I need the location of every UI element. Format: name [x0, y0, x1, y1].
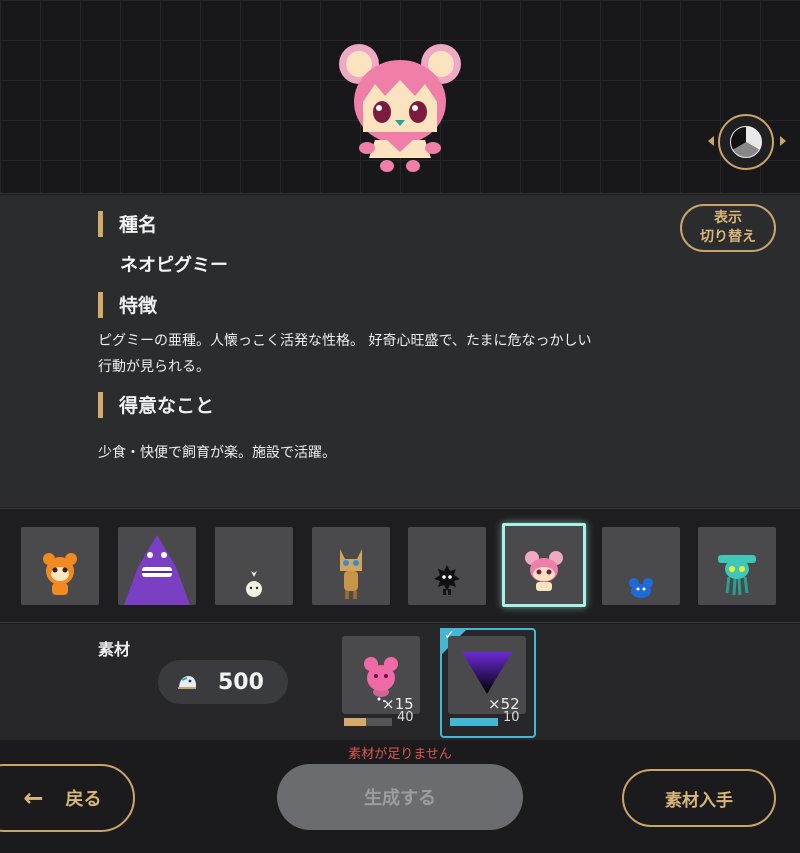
insufficient-materials-warning: 素材が足りません — [348, 747, 452, 762]
neo-pygmy-character — [339, 44, 461, 172]
material-1-progress — [344, 718, 392, 726]
pie-view-icon[interactable] — [718, 114, 774, 170]
traits-line-2: 行動が見られる。 — [98, 359, 210, 375]
blue-small-creature-icon — [629, 578, 653, 598]
arrow-right-icon[interactable] — [780, 136, 786, 146]
info-panel: 種名 ネオピグミー 特徴 ピグミーの亜種。人懐っこく活発な性格。 好奇心旺盛で、… — [0, 195, 800, 507]
black-spiky-creature-icon — [434, 565, 460, 595]
tan-cat-creature-icon — [340, 549, 362, 599]
teal-alien-creature-icon — [718, 555, 756, 596]
currency-value: 500 — [218, 669, 264, 695]
character-preview-area — [0, 0, 800, 194]
material-1-required: 40 — [397, 710, 414, 725]
creature-thumb-3[interactable] — [215, 527, 293, 605]
purple-monster-icon — [124, 535, 190, 605]
display-switch-button[interactable]: 表示 切り替え — [680, 204, 776, 252]
material-2-progress — [450, 718, 498, 726]
traits-description: ピグミーの亜種。人懐っこく活発な性格。 好奇心旺盛で、たまに危なっかしい 行動が… — [98, 328, 708, 380]
switch-label-2: 切り替え — [700, 229, 756, 245]
create-label: 生成する — [364, 788, 436, 809]
traits-heading: 特徴 — [98, 291, 157, 318]
creature-thumb-1[interactable] — [21, 527, 99, 605]
currency-display: 500 — [158, 660, 288, 704]
back-label: 戻る — [65, 789, 102, 810]
white-sprout-creature-icon — [246, 571, 262, 597]
creature-thumb-5[interactable] — [408, 527, 486, 605]
view-angle-toggle[interactable] — [708, 114, 786, 170]
species-heading: 種名 — [98, 210, 157, 237]
skills-heading: 得意なこと — [98, 391, 214, 418]
bird-currency-icon — [178, 676, 196, 689]
creature-thumb-4[interactable] — [312, 527, 390, 605]
arrow-left-icon: ← — [23, 784, 44, 812]
get-materials-button[interactable]: 素材入手 — [622, 769, 776, 827]
traits-heading-text: 特徴 — [119, 295, 158, 317]
species-heading-text: 種名 — [119, 214, 158, 236]
get-materials-label: 素材入手 — [665, 790, 733, 811]
materials-label: 素材 — [98, 640, 131, 659]
arrow-left-icon[interactable] — [708, 136, 714, 146]
material-2-required: 10 — [503, 710, 520, 725]
skills-heading-text: 得意なこと — [119, 395, 215, 417]
creature-thumb-7[interactable] — [602, 527, 680, 605]
pink-pygmy-creature-icon — [525, 551, 563, 591]
creature-thumb-8[interactable] — [698, 527, 776, 605]
switch-label-1: 表示 — [714, 210, 742, 226]
traits-line-1: ピグミーの亜種。人懐っこく活発な性格。 好奇心旺盛で、たまに危なっかしい — [98, 333, 592, 349]
skills-description: 少食・快便で飼育が楽。施設で活躍。 — [98, 445, 336, 461]
creature-selector — [0, 508, 800, 623]
creature-thumb-2[interactable] — [118, 527, 196, 605]
species-name: ネオピグミー — [120, 255, 228, 276]
creature-thumb-6-selected[interactable] — [502, 523, 586, 607]
materials-panel: 素材 500 ×15 40 ✓ — [0, 624, 800, 740]
back-button[interactable]: ← 戻る — [0, 764, 135, 832]
orange-bear-creature-icon — [43, 553, 77, 595]
create-button[interactable]: 生成する — [277, 764, 523, 830]
